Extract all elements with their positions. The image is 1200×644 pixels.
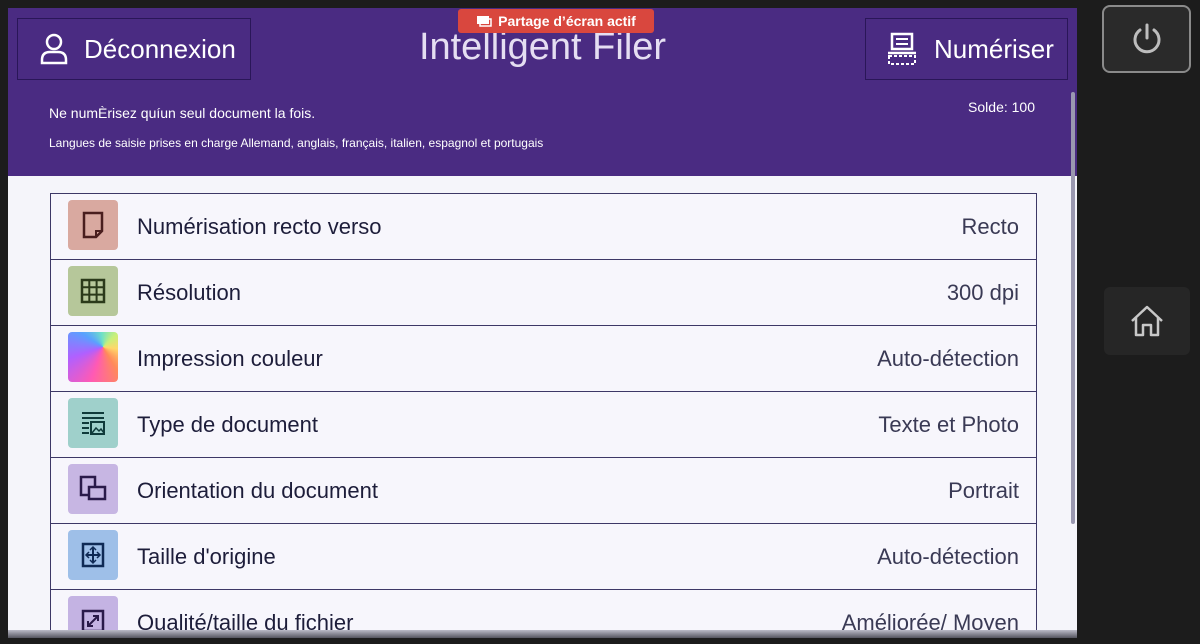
setting-label: Numérisation recto verso xyxy=(137,213,382,239)
text-photo-icon xyxy=(68,398,118,448)
setting-value: Texte et Photo xyxy=(878,411,1019,437)
home-icon xyxy=(1131,305,1163,337)
setting-label: Orientation du document xyxy=(137,477,378,503)
header: Déconnexion Intelligent Filer Numériser … xyxy=(8,8,1077,176)
setting-value: Auto-détection xyxy=(877,345,1019,371)
settings-list: Numérisation recto verso Recto Résolutio… xyxy=(50,193,1037,638)
home-button[interactable] xyxy=(1104,287,1190,355)
scan-button[interactable]: Numériser xyxy=(865,18,1068,80)
setting-value: Recto xyxy=(961,213,1019,239)
setting-resolution[interactable]: Résolution 300 dpi xyxy=(51,260,1036,326)
setting-label: Résolution xyxy=(137,279,241,305)
setting-label: Impression couleur xyxy=(137,345,323,371)
setting-value: Auto-détection xyxy=(877,543,1019,569)
scanner-icon xyxy=(888,32,916,65)
scan-label: Numériser xyxy=(934,33,1054,64)
setting-orientation[interactable]: Orientation du document Portrait xyxy=(51,458,1036,524)
grid-resolution-icon xyxy=(68,266,118,316)
screen-share-label: Partage d’écran actif xyxy=(498,13,636,29)
duplex-page-icon xyxy=(68,200,118,250)
setting-color[interactable]: Impression couleur Auto-détection xyxy=(51,326,1036,392)
setting-original-size[interactable]: Taille d'origine Auto-détection xyxy=(51,524,1036,590)
app-screen: Déconnexion Intelligent Filer Numériser … xyxy=(8,8,1077,638)
setting-document-type[interactable]: Type de document Texte et Photo xyxy=(51,392,1036,458)
scan-instruction: Ne numÈrisez quíun seul document la fois… xyxy=(49,105,316,121)
balance-indicator: Solde: 100 xyxy=(968,99,1035,115)
scrollbar[interactable] xyxy=(1071,92,1075,524)
color-gradient-icon xyxy=(68,332,118,382)
bottom-shade xyxy=(8,630,1077,638)
screen-share-icon xyxy=(477,16,492,27)
setting-value: 300 dpi xyxy=(946,279,1019,305)
setting-value: Portrait xyxy=(948,477,1019,503)
setting-label: Taille d'origine xyxy=(137,543,276,569)
orientation-icon xyxy=(68,464,118,514)
screen-share-badge: Partage d’écran actif xyxy=(458,9,654,33)
setting-duplex[interactable]: Numérisation recto verso Recto xyxy=(51,194,1036,260)
original-size-icon xyxy=(68,530,118,580)
power-button[interactable] xyxy=(1102,5,1191,73)
setting-label: Type de document xyxy=(137,411,319,437)
power-icon xyxy=(1133,23,1160,54)
supported-languages: Langues de saisie prises en charge Allem… xyxy=(49,136,544,150)
